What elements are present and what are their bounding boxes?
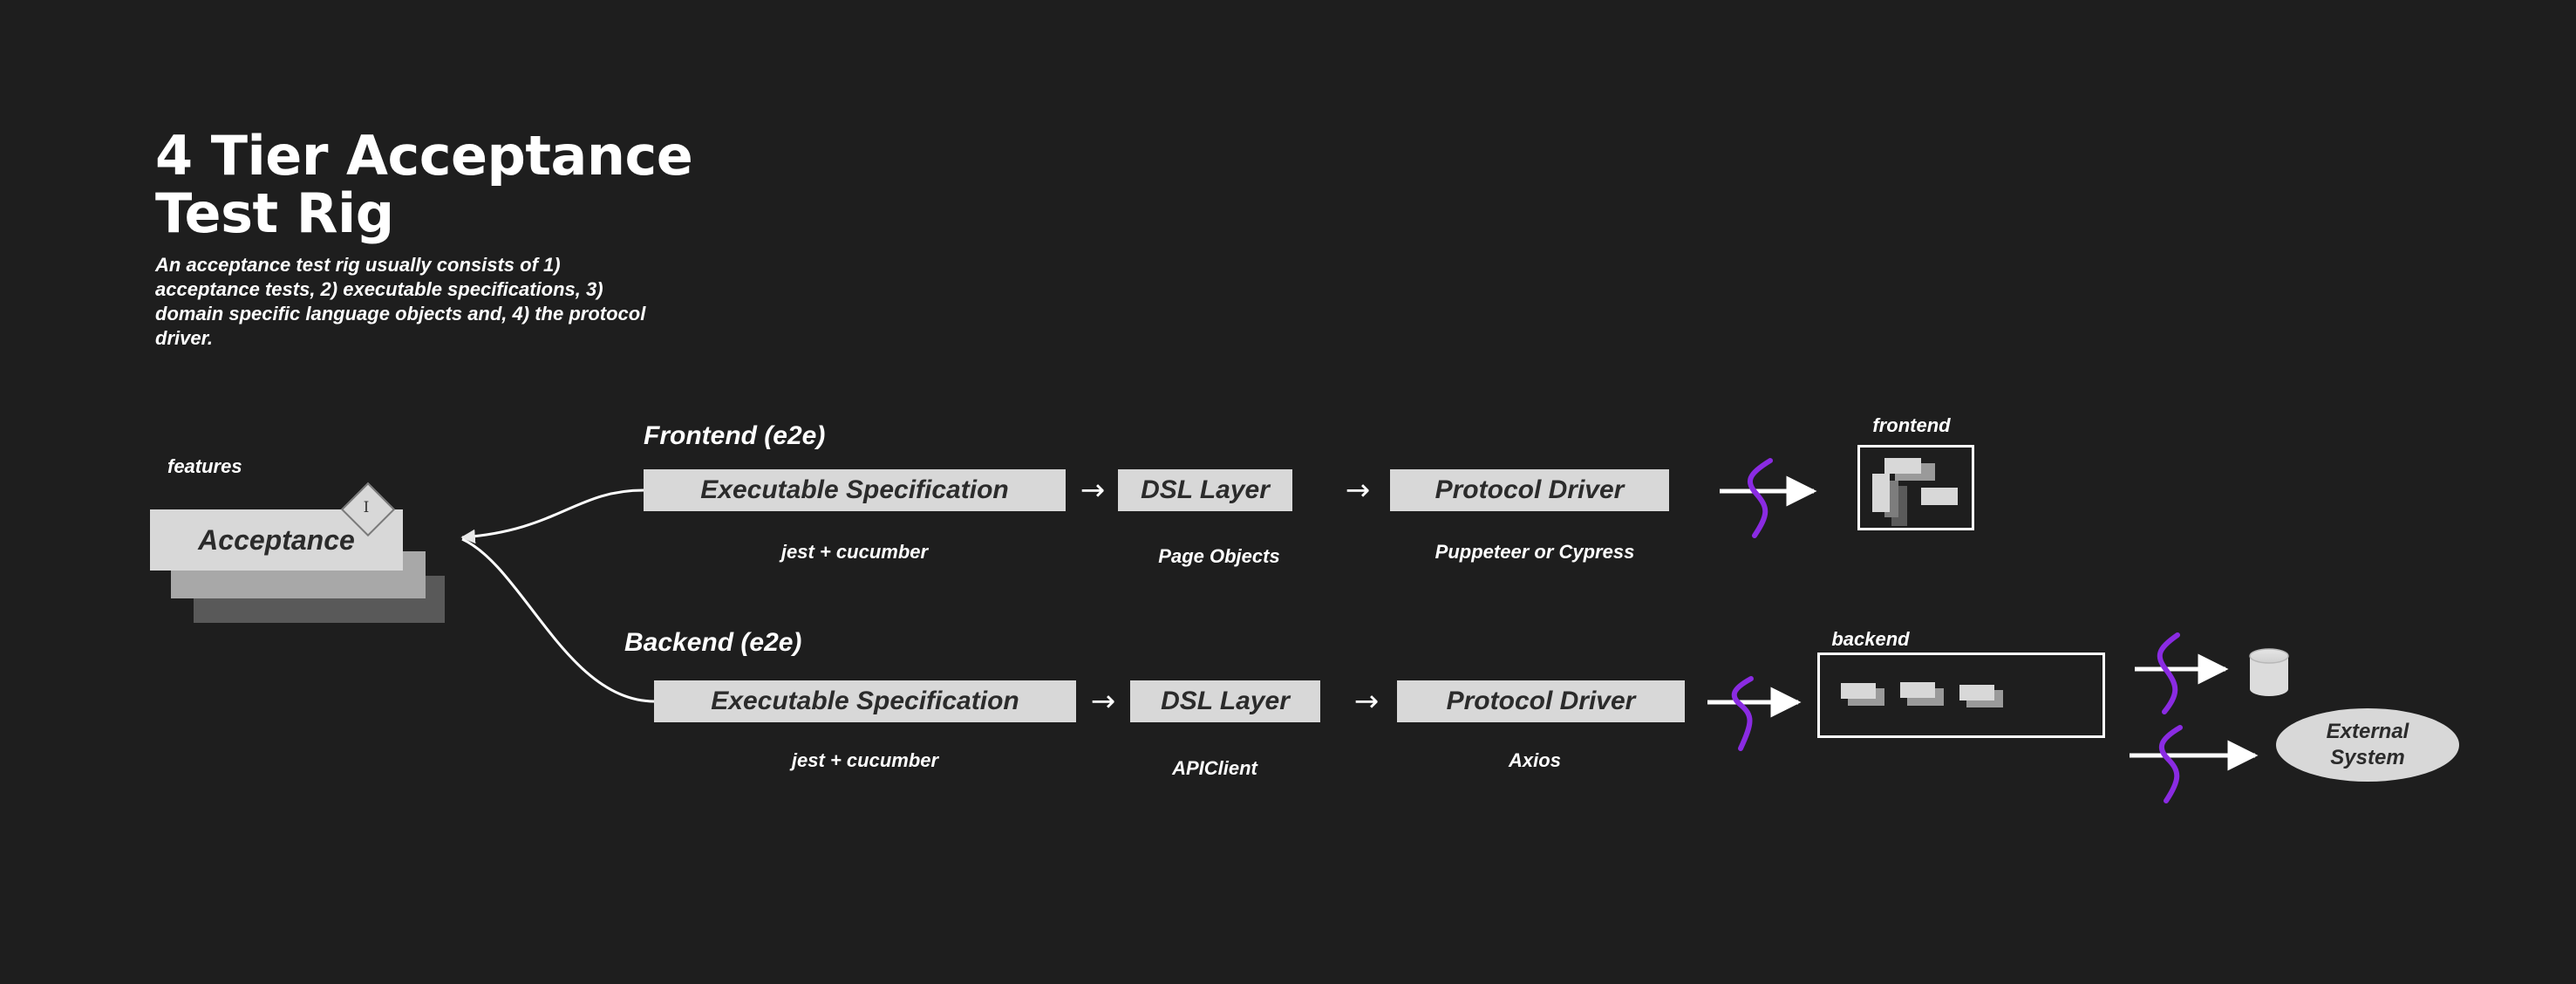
backend-protocol-driver-caption: Axios bbox=[1509, 749, 1561, 771]
frontend-boundary-squiggle bbox=[1747, 458, 1773, 538]
box-label: Executable Specification bbox=[711, 687, 1019, 715]
arrow-frontend-spec-to-dsl: → bbox=[1080, 473, 1106, 508]
frontend-protocol-driver-caption: Puppeteer or Cypress bbox=[1435, 541, 1635, 563]
frontend-dsl-layer-caption: Page Objects bbox=[1158, 545, 1280, 567]
backend-executable-specification-caption: jest + cucumber bbox=[791, 749, 939, 771]
acceptance-return-connectors bbox=[460, 489, 655, 703]
frontend-dsl-layer-box[interactable]: DSL Layer bbox=[1118, 469, 1292, 511]
acceptance-badge-letter: I bbox=[363, 499, 370, 516]
external-system-label: External System bbox=[2326, 720, 2409, 769]
mock-rect bbox=[1884, 458, 1921, 474]
page-title: 4 Tier Acceptance Test Rig bbox=[155, 124, 693, 245]
row-title-backend: Backend (e2e) bbox=[624, 628, 802, 657]
backend-boundary-squiggle bbox=[1731, 676, 1754, 751]
box-label: Protocol Driver bbox=[1446, 687, 1636, 715]
header-block: 4 Tier Acceptance Test Rig An acceptance… bbox=[155, 127, 766, 351]
external-system-node[interactable]: External System bbox=[2276, 708, 2459, 782]
frontend-target-label: frontend bbox=[1872, 414, 1951, 436]
backend-boundary-group bbox=[1707, 676, 1802, 751]
frontend-executable-specification-box[interactable]: Executable Specification bbox=[644, 469, 1066, 511]
backend-protocol-driver-box[interactable]: Protocol Driver bbox=[1397, 680, 1685, 722]
external-boundary-squiggle bbox=[2158, 725, 2183, 803]
backend-dsl-layer-box[interactable]: DSL Layer bbox=[1130, 680, 1320, 722]
backend-target-label: backend bbox=[1831, 628, 1910, 650]
box-label: Executable Specification bbox=[700, 475, 1009, 504]
external-boundary-group bbox=[2130, 725, 2259, 803]
frontend-protocol-driver-box[interactable]: Protocol Driver bbox=[1390, 469, 1669, 511]
arrow-backend-spec-to-dsl: → bbox=[1090, 684, 1116, 719]
frontend-boundary-group bbox=[1720, 458, 1817, 538]
backend-executable-specification-box[interactable]: Executable Specification bbox=[654, 680, 1076, 722]
box-label: Protocol Driver bbox=[1435, 475, 1625, 504]
mock-rect bbox=[1872, 474, 1890, 512]
box-label: DSL Layer bbox=[1141, 475, 1270, 504]
acceptance-card-label: Acceptance bbox=[198, 523, 355, 556]
arrow-backend-dsl-to-driver: → bbox=[1353, 684, 1380, 719]
backend-dsl-layer-caption: APIClient bbox=[1172, 757, 1257, 779]
diagram-canvas: 4 Tier Acceptance Test Rig An acceptance… bbox=[0, 0, 2576, 984]
frontend-executable-specification-caption: jest + cucumber bbox=[780, 541, 929, 563]
database-boundary-squiggle bbox=[2157, 632, 2180, 714]
backend-mock-panel bbox=[1817, 653, 2105, 738]
mock-rect bbox=[1959, 685, 1994, 700]
mock-rect bbox=[1841, 683, 1876, 699]
row-title-frontend: Frontend (e2e) bbox=[644, 421, 826, 450]
features-label: features bbox=[167, 455, 242, 477]
frontend-mock-panel bbox=[1857, 445, 1974, 530]
page-subtitle: An acceptance test rig usually consists … bbox=[155, 254, 646, 349]
mock-rect bbox=[1921, 488, 1958, 505]
database-cylinder bbox=[2249, 648, 2289, 696]
arrow-frontend-dsl-to-driver: → bbox=[1345, 473, 1371, 508]
mock-rect bbox=[1900, 682, 1935, 698]
database-boundary-group bbox=[2135, 632, 2229, 714]
box-label: DSL Layer bbox=[1161, 687, 1290, 715]
